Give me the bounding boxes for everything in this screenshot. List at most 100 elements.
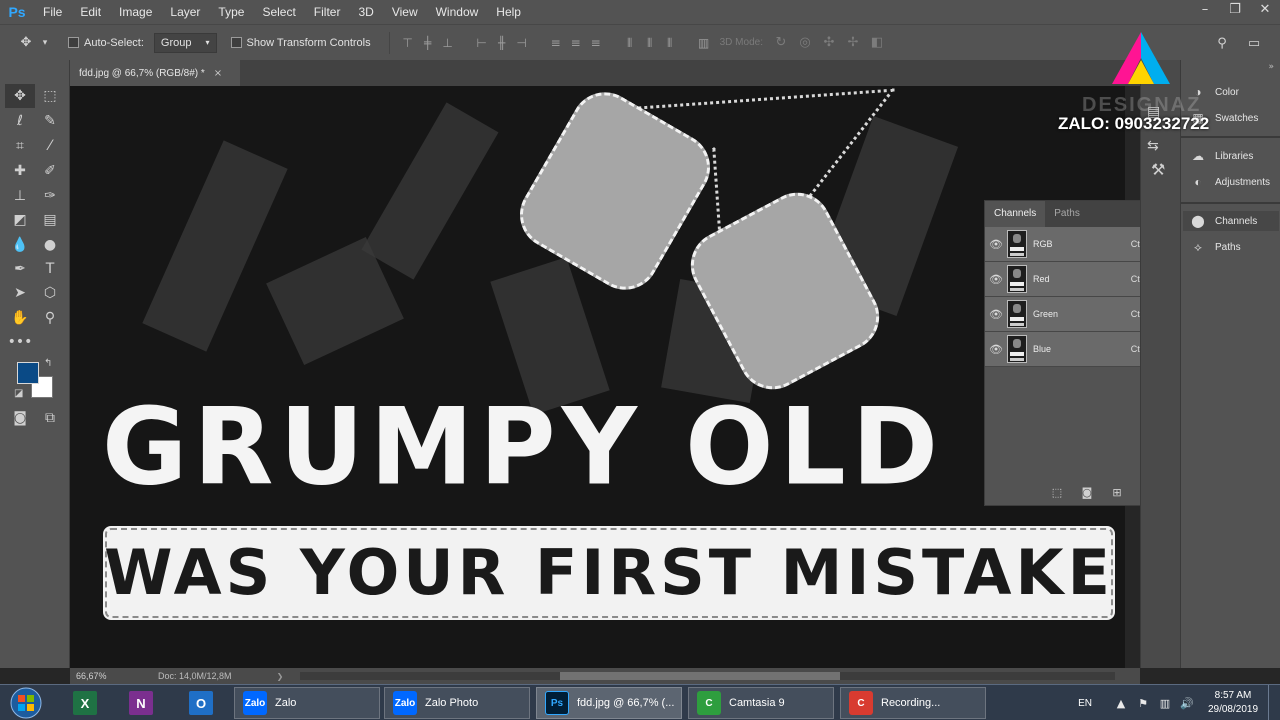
path-select-tool-icon[interactable]: ➤ [5,281,35,305]
brush-tool-icon[interactable]: ✐ [35,159,65,183]
align-left-icon[interactable]: ⊢ [472,33,492,53]
3d-scale-icon[interactable]: ◧ [865,33,889,53]
dock-libraries[interactable]: ☁ Libraries [1189,146,1253,166]
horizontal-scrollbar[interactable] [300,672,1115,680]
outlook-pin[interactable]: O [178,688,224,718]
network-icon[interactable]: ▥ [1154,697,1176,710]
distribute-top-icon[interactable]: ≡ [546,33,566,53]
marquee-tool-icon[interactable]: ⬚ [35,84,65,108]
show-hidden-icons-icon[interactable]: ▲ [1110,697,1132,710]
zoom-tool-icon[interactable]: ⚲ [35,306,65,330]
minimize-button[interactable]: – [1190,0,1220,22]
channel-row-blue[interactable]: 👁 Blue Ctrl+5 [985,332,1163,367]
3d-orbit-icon[interactable]: ↻ [769,33,793,53]
distribute-right-icon[interactable]: ⦀ [660,33,680,53]
scrollbar-thumb[interactable] [560,672,840,680]
dodge-tool-icon[interactable]: ● [35,233,65,257]
menu-file[interactable]: File [34,0,71,24]
task-zalo-photo[interactable]: Zalo Zalo Photo [384,687,530,719]
quick-select-tool-icon[interactable]: ✎ [35,109,65,133]
document-tab[interactable]: fdd.jpg @ 66,7% (RGB/8#) * × [70,60,240,86]
history-brush-tool-icon[interactable]: ✑ [35,184,65,208]
channel-row-red[interactable]: 👁 Red Ctrl+3 [985,262,1163,297]
clock[interactable]: 8:57 AM 29/08/2019 [1198,689,1268,717]
task-recording[interactable]: C Recording... [840,687,986,719]
gradient-tool-icon[interactable]: ▤ [35,208,65,232]
distribute-vcenter-icon[interactable]: ≡ [566,33,586,53]
screen-mode-icon[interactable]: ⧉ [35,406,65,430]
stamp-tool-icon[interactable]: ⊥ [5,184,35,208]
menu-select[interactable]: Select [253,0,304,24]
default-colors-icon[interactable]: ◪ [14,388,23,399]
eraser-tool-icon[interactable]: ◩ [5,208,35,232]
task-zalo[interactable]: Zalo Zalo [234,687,380,719]
distribute-bottom-icon[interactable]: ≡ [586,33,606,53]
search-icon[interactable]: ⚲ [1210,31,1234,55]
swap-colors-icon[interactable]: ↰ [44,358,52,369]
save-selection-icon[interactable]: ◙ [1077,486,1097,499]
onenote-pin[interactable]: N [118,688,164,718]
hand-tool-icon[interactable]: ✋ [5,306,35,330]
align-bottom-icon[interactable]: ⊥ [438,33,458,53]
task-photoshop[interactable]: Ps fdd.jpg @ 66,7% (... [536,687,682,719]
menu-image[interactable]: Image [110,0,161,24]
show-transform-checkbox[interactable] [230,37,242,48]
close-icon[interactable]: × [214,68,222,79]
excel-pin[interactable]: X [62,688,108,718]
auto-select-dropdown[interactable]: Group ▾ [153,32,217,53]
menu-window[interactable]: Window [427,0,488,24]
restore-button[interactable]: ❐ [1220,0,1250,22]
move-tool-icon[interactable]: ✥ [14,31,38,55]
menu-edit[interactable]: Edit [71,0,110,24]
properties-panel-icon[interactable]: ⇆ [1147,138,1159,154]
auto-select-checkbox[interactable] [68,37,79,48]
menu-help[interactable]: Help [487,0,530,24]
type-tool-icon[interactable]: T [35,257,65,281]
align-hcenter-icon[interactable]: ╫ [492,33,512,53]
show-desktop-button[interactable] [1268,685,1280,720]
pen-tool-icon[interactable]: ✒ [5,257,35,281]
eye-icon[interactable]: 👁 [985,238,1007,251]
shape-tool-icon[interactable]: ⬡ [35,281,65,305]
dock-channels[interactable]: ⬤ Channels [1183,211,1279,231]
workspace-icon[interactable]: ▭ [1242,31,1266,55]
menu-view[interactable]: View [383,0,427,24]
tool-presets-icon[interactable]: ⚒ [1151,160,1165,179]
menu-type[interactable]: Type [209,0,253,24]
quick-mask-icon[interactable]: ◙ [5,406,35,430]
3d-slide-icon[interactable]: ✢ [841,33,865,53]
tab-paths[interactable]: Paths [1045,201,1089,227]
status-menu-icon[interactable]: ❯ [273,672,287,681]
3d-roll-icon[interactable]: ◎ [793,33,817,53]
auto-align-icon[interactable]: ▥ [694,33,714,53]
eye-icon[interactable]: 👁 [985,308,1007,321]
distribute-hcenter-icon[interactable]: ⦀ [640,33,660,53]
language-indicator[interactable]: EN [1078,698,1092,709]
dock-paths[interactable]: ⟡ Paths [1189,237,1241,257]
more-tools-icon[interactable]: ••• [5,330,35,354]
eye-icon[interactable]: 👁 [985,343,1007,356]
zoom-level[interactable]: 66,67% [76,671,158,681]
channel-row-green[interactable]: 👁 Green Ctrl+4 [985,297,1163,332]
menu-layer[interactable]: Layer [161,0,209,24]
move-tool-icon[interactable]: ✥ [5,84,35,108]
windows-start-icon[interactable] [6,687,46,719]
collapse-dock-icon[interactable]: » [1268,62,1274,72]
blur-tool-icon[interactable]: 💧 [5,233,35,257]
volume-icon[interactable]: 🔊 [1176,697,1198,710]
load-selection-icon[interactable]: ⬚ [1047,486,1067,499]
crop-tool-icon[interactable]: ⌗ [5,134,35,158]
foreground-color-swatch[interactable] [17,362,39,384]
menu-3d[interactable]: 3D [349,0,382,24]
dock-adjustments[interactable]: ◐ Adjustments [1189,172,1270,192]
channel-row-rgb[interactable]: 👁 RGB Ctrl+2 [985,227,1163,262]
healing-tool-icon[interactable]: ✚ [5,159,35,183]
document-canvas[interactable]: GRUMPY OLD MA WAS YOUR FIRST MISTAKE [70,86,1125,668]
menu-filter[interactable]: Filter [305,0,350,24]
distribute-left-icon[interactable]: ⦀ [620,33,640,53]
eye-icon[interactable]: 👁 [985,273,1007,286]
align-vcenter-icon[interactable]: ╪ [418,33,438,53]
tab-channels[interactable]: Channels [985,201,1046,227]
3d-pan-icon[interactable]: ✣ [817,33,841,53]
lasso-tool-icon[interactable]: ℓ [5,109,35,133]
